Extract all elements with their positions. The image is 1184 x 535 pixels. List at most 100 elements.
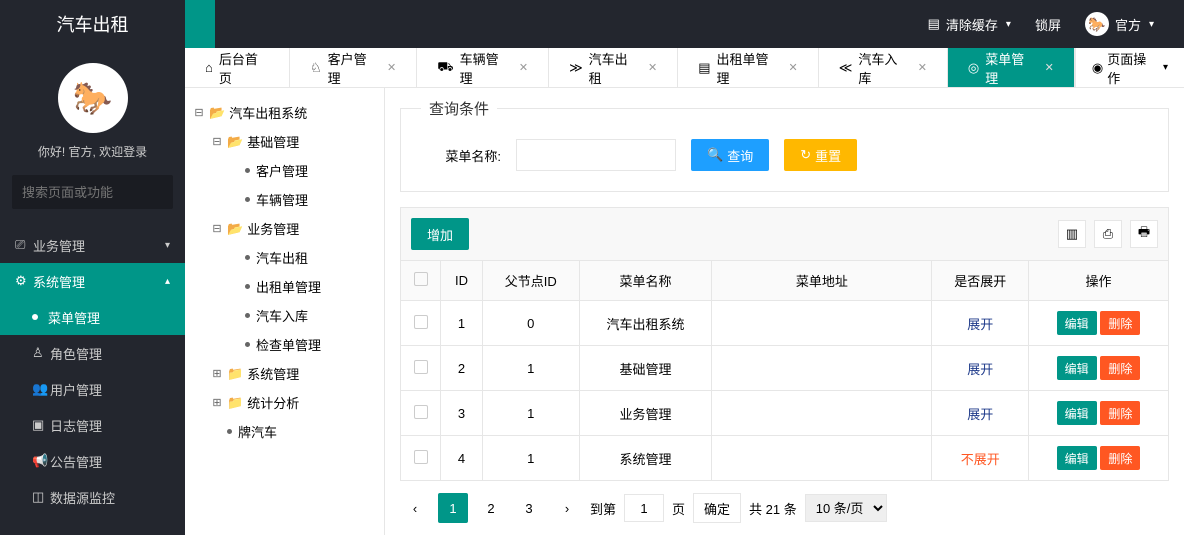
sidebar-item-system[interactable]: ⚙ 系统管理 ▴	[0, 263, 185, 299]
page-3-button[interactable]: 3	[514, 493, 544, 523]
goto-confirm-button[interactable]: 确定	[693, 493, 741, 523]
edit-button[interactable]: 编辑	[1057, 311, 1097, 335]
log-icon: ▣	[32, 417, 50, 433]
search-box[interactable]: 🔍	[12, 175, 173, 209]
delete-button[interactable]: 删除	[1100, 356, 1140, 380]
tab-customer[interactable]: ♘客户管理✕	[290, 48, 417, 87]
delete-button[interactable]: 删除	[1100, 446, 1140, 470]
delete-button[interactable]: 删除	[1100, 311, 1140, 335]
sidebar: 🐎 你好! 官方, 欢迎登录 🔍 ⎚ 业务管理 ▾ ⚙ 系统管理 ▴ 菜单管理 …	[0, 48, 185, 535]
per-page-select[interactable]: 10 条/页	[805, 494, 887, 522]
cell-expand: 不展开	[932, 436, 1029, 481]
row-checkbox[interactable]	[414, 450, 428, 464]
expand-icon[interactable]: ⊞	[211, 367, 223, 380]
table-row: 2 1 基础管理 展开 编辑 删除	[401, 346, 1169, 391]
cell-id: 3	[441, 391, 483, 436]
tree-leaf[interactable]: 汽车入库	[229, 301, 376, 330]
edit-button[interactable]: 编辑	[1057, 401, 1097, 425]
refresh-icon: ↻	[800, 147, 811, 163]
tree-node-sys[interactable]: ⊞📁系统管理	[211, 359, 376, 388]
close-icon[interactable]: ✕	[789, 61, 798, 74]
tree-node-stat[interactable]: ⊞📁统计分析	[211, 388, 376, 417]
tree-node-biz[interactable]: ⊟📂业务管理	[211, 214, 376, 243]
tabs: ⌂后台首页 ♘客户管理✕ ⛟车辆管理✕ ≫汽车出租✕ ▤出租单管理✕ ≪汽车入库…	[185, 48, 1184, 88]
tree-leaf[interactable]: 出租单管理	[229, 272, 376, 301]
checkbox-all[interactable]	[414, 272, 428, 286]
sidebar-item-ds-mgmt[interactable]: ◫数据源监控	[0, 479, 185, 515]
collapse-icon[interactable]: ⊟	[211, 222, 223, 235]
sidebar-item-log-mgmt[interactable]: ▣日志管理	[0, 407, 185, 443]
tree-leaf[interactable]: 车辆管理	[229, 185, 376, 214]
row-checkbox[interactable]	[414, 360, 428, 374]
export-button[interactable]: ⎙	[1094, 220, 1122, 248]
car-icon: ⛟	[437, 59, 453, 77]
tree-leaf[interactable]: 汽车出租	[229, 243, 376, 272]
reset-button[interactable]: ↻重置	[784, 139, 857, 171]
add-button[interactable]: 增加	[411, 218, 469, 250]
tree-node-root[interactable]: ⊟📂汽车出租系统	[193, 98, 376, 127]
next-page-button[interactable]: ›	[552, 493, 582, 523]
page-1-button[interactable]: 1	[438, 493, 468, 523]
menu-toggle[interactable]	[185, 0, 215, 48]
collapse-icon[interactable]: ⊟	[193, 106, 205, 119]
prev-page-button[interactable]: ‹	[400, 493, 430, 523]
cell-pid: 1	[482, 391, 579, 436]
menu-name-input[interactable]	[516, 139, 676, 171]
clear-cache-button[interactable]: ▤ 清除缓存 ▾	[928, 15, 1011, 34]
home-icon: ⌂	[205, 60, 213, 75]
edit-button[interactable]: 编辑	[1057, 446, 1097, 470]
cell-name: 系统管理	[579, 436, 712, 481]
close-icon[interactable]: ✕	[648, 61, 657, 74]
expand-icon[interactable]: ⊞	[211, 396, 223, 409]
tab-menu[interactable]: ◎菜单管理✕	[948, 48, 1075, 87]
tab-home[interactable]: ⌂后台首页	[185, 48, 290, 87]
sidebar-item-role-mgmt[interactable]: ♙角色管理	[0, 335, 185, 371]
collapse-icon[interactable]: ⊟	[211, 135, 223, 148]
folder-icon: 📁	[227, 395, 243, 411]
lock-button[interactable]: 锁屏	[1035, 15, 1061, 34]
row-checkbox[interactable]	[414, 315, 428, 329]
sidebar-item-notice-mgmt[interactable]: 📢公告管理	[0, 443, 185, 479]
tree-node-base[interactable]: ⊟📂基础管理	[211, 127, 376, 156]
search-input[interactable]	[22, 185, 198, 200]
tab-rent[interactable]: ≫汽车出租✕	[549, 48, 678, 87]
chevron-down-icon: ▾	[1149, 19, 1154, 30]
target-icon: ◎	[968, 60, 979, 76]
chevron-down-icon: ▾	[1163, 62, 1168, 73]
edit-button[interactable]: 编辑	[1057, 356, 1097, 380]
dot-icon	[245, 284, 250, 289]
close-icon[interactable]: ✕	[918, 61, 927, 74]
search-button[interactable]: 🔍查询	[691, 139, 769, 171]
gear-icon: ⚙	[15, 273, 33, 289]
sidebar-item-menu-mgmt[interactable]: 菜单管理	[0, 299, 185, 335]
cell-name: 汽车出租系统	[579, 301, 712, 346]
sidebar-item-user-mgmt[interactable]: 👥用户管理	[0, 371, 185, 407]
tree-leaf[interactable]: 牌汽车	[211, 417, 376, 446]
avatar: 🐎	[58, 63, 128, 133]
print-button[interactable]: 🖶	[1130, 220, 1158, 248]
folder-open-icon: 📂	[227, 221, 243, 237]
close-icon[interactable]: ✕	[1045, 61, 1054, 74]
cell-name: 基础管理	[579, 346, 712, 391]
sidebar-item-business[interactable]: ⎚ 业务管理 ▾	[0, 227, 185, 263]
columns-button[interactable]: ▥	[1058, 220, 1086, 248]
toolbar: 增加 ▥ ⎙ 🖶	[400, 207, 1169, 260]
cell-pid: 1	[482, 436, 579, 481]
row-checkbox[interactable]	[414, 405, 428, 419]
user-menu[interactable]: 🐎 官方 ▾	[1085, 12, 1154, 36]
page-ops-button[interactable]: ◉页面操作▾	[1075, 48, 1184, 87]
trash-icon: ▤	[928, 16, 940, 32]
tree-leaf[interactable]: 检查单管理	[229, 330, 376, 359]
goto-input[interactable]	[624, 494, 664, 522]
delete-button[interactable]: 删除	[1100, 401, 1140, 425]
pagination: ‹ 1 2 3 › 到第 页 确定 共 21 条 10 条/页	[400, 481, 1169, 535]
cell-url	[712, 346, 932, 391]
close-icon[interactable]: ✕	[519, 61, 528, 74]
close-icon[interactable]: ✕	[387, 61, 396, 74]
page-2-button[interactable]: 2	[476, 493, 506, 523]
dot-icon	[227, 429, 232, 434]
tab-order[interactable]: ▤出租单管理✕	[678, 48, 819, 87]
tab-car[interactable]: ⛟车辆管理✕	[417, 48, 549, 87]
tree-leaf[interactable]: 客户管理	[229, 156, 376, 185]
tab-checkin[interactable]: ≪汽车入库✕	[819, 48, 948, 87]
